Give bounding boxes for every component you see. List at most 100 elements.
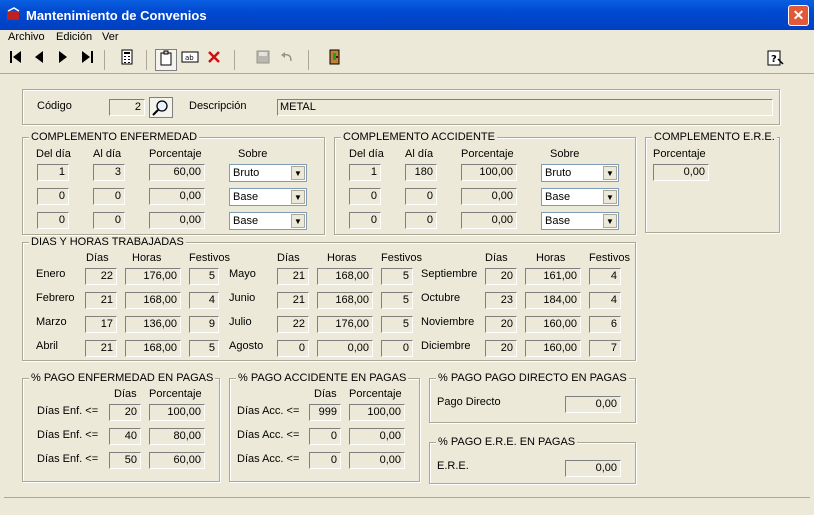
horas-field[interactable]: 136,00 [125, 316, 181, 333]
dias-field[interactable]: 22 [85, 268, 117, 285]
menu-edicion[interactable]: Edición [56, 31, 92, 43]
dias-field[interactable]: 20 [109, 404, 141, 421]
dias-field[interactable]: 50 [109, 452, 141, 469]
search-button[interactable] [149, 97, 173, 118]
dias-field[interactable]: 20 [485, 340, 517, 357]
dropdown-arrow-icon[interactable]: ▼ [291, 190, 305, 204]
porcentaje-field[interactable]: 100,00 [461, 164, 517, 181]
dias-field[interactable]: 0 [309, 452, 341, 469]
dropdown-arrow-icon[interactable]: ▼ [291, 214, 305, 228]
sobre-select[interactable]: Base ▼ [541, 188, 619, 206]
festivos-field[interactable]: 5 [381, 292, 413, 309]
dias-field[interactable]: 23 [485, 292, 517, 309]
sobre-select[interactable]: Base ▼ [229, 212, 307, 230]
dias-field[interactable]: 17 [85, 316, 117, 333]
next-record-icon[interactable] [52, 49, 74, 71]
dias-field[interactable]: 999 [309, 404, 341, 421]
dias-field[interactable]: 21 [277, 292, 309, 309]
horas-field[interactable]: 161,00 [525, 268, 581, 285]
horas-field[interactable]: 184,00 [525, 292, 581, 309]
al-dia-field[interactable]: 3 [93, 164, 125, 181]
dias-field[interactable]: 21 [277, 268, 309, 285]
dropdown-arrow-icon[interactable]: ▼ [603, 214, 617, 228]
festivos-field[interactable]: 5 [381, 268, 413, 285]
sobre-select[interactable]: Base ▼ [541, 212, 619, 230]
porcentaje-field[interactable]: 0,00 [149, 188, 205, 205]
porcentaje-field[interactable]: 60,00 [149, 164, 205, 181]
dias-field[interactable]: 21 [85, 292, 117, 309]
del-dia-field[interactable]: 0 [37, 188, 69, 205]
dias-field[interactable]: 20 [485, 268, 517, 285]
festivos-field[interactable]: 7 [589, 340, 621, 357]
horas-field[interactable]: 168,00 [125, 292, 181, 309]
dias-field[interactable]: 0 [309, 428, 341, 445]
porcentaje-field[interactable]: 0,00 [349, 452, 405, 469]
sobre-select[interactable]: Base ▼ [229, 188, 307, 206]
horas-field[interactable]: 176,00 [125, 268, 181, 285]
porcentaje-field[interactable]: 0,00 [349, 428, 405, 445]
al-dia-field[interactable]: 0 [405, 212, 437, 229]
dropdown-arrow-icon[interactable]: ▼ [291, 166, 305, 180]
porcentaje-field[interactable]: 0,00 [461, 212, 517, 229]
codigo-field[interactable]: 2 [109, 99, 145, 116]
horas-field[interactable]: 160,00 [525, 316, 581, 333]
dias-field[interactable]: 0 [277, 340, 309, 357]
edit-record-icon[interactable]: ab [179, 49, 201, 71]
del-dia-field[interactable]: 1 [349, 164, 381, 181]
dropdown-arrow-icon[interactable]: ▼ [603, 190, 617, 204]
horas-field[interactable]: 176,00 [317, 316, 373, 333]
help-icon[interactable]: ? [764, 49, 786, 71]
pago-ere-field[interactable]: 0,00 [565, 460, 621, 477]
dias-field[interactable]: 40 [109, 428, 141, 445]
new-record-icon[interactable] [155, 49, 177, 71]
prev-record-icon[interactable] [28, 49, 50, 71]
horas-field[interactable]: 168,00 [317, 292, 373, 309]
sobre-select[interactable]: Bruto ▼ [541, 164, 619, 182]
del-dia-field[interactable]: 0 [349, 188, 381, 205]
pago-directo-field[interactable]: 0,00 [565, 396, 621, 413]
undo-icon[interactable] [276, 49, 298, 71]
festivos-field[interactable]: 5 [189, 340, 219, 357]
dropdown-arrow-icon[interactable]: ▼ [603, 166, 617, 180]
close-button[interactable]: ✕ [788, 5, 809, 26]
del-dia-field[interactable]: 0 [349, 212, 381, 229]
menu-archivo[interactable]: Archivo [8, 31, 45, 43]
horas-field[interactable]: 168,00 [317, 268, 373, 285]
delete-icon[interactable] [203, 49, 225, 71]
last-record-icon[interactable] [76, 49, 98, 71]
descripcion-field[interactable]: METAL [277, 99, 773, 116]
festivos-field[interactable]: 4 [189, 292, 219, 309]
dias-field[interactable]: 21 [85, 340, 117, 357]
del-dia-field[interactable]: 1 [37, 164, 69, 181]
menu-ver[interactable]: Ver [102, 31, 119, 43]
al-dia-field[interactable]: 180 [405, 164, 437, 181]
festivos-field[interactable]: 5 [189, 268, 219, 285]
festivos-field[interactable]: 9 [189, 316, 219, 333]
horas-field[interactable]: 160,00 [525, 340, 581, 357]
save-icon[interactable] [252, 49, 274, 71]
festivos-field[interactable]: 4 [589, 268, 621, 285]
dias-field[interactable]: 22 [277, 316, 309, 333]
calculator-icon[interactable] [116, 49, 138, 71]
porcentaje-field[interactable]: 100,00 [149, 404, 205, 421]
ere-porcentaje-field[interactable]: 0,00 [653, 164, 709, 181]
horas-field[interactable]: 0,00 [317, 340, 373, 357]
al-dia-field[interactable]: 0 [405, 188, 437, 205]
festivos-field[interactable]: 0 [381, 340, 413, 357]
porcentaje-field[interactable]: 0,00 [149, 212, 205, 229]
horas-field[interactable]: 168,00 [125, 340, 181, 357]
porcentaje-field[interactable]: 100,00 [349, 404, 405, 421]
al-dia-field[interactable]: 0 [93, 212, 125, 229]
first-record-icon[interactable] [5, 49, 27, 71]
al-dia-field[interactable]: 0 [93, 188, 125, 205]
festivos-field[interactable]: 5 [381, 316, 413, 333]
festivos-field[interactable]: 6 [589, 316, 621, 333]
porcentaje-field[interactable]: 60,00 [149, 452, 205, 469]
exit-door-icon[interactable] [324, 49, 346, 71]
porcentaje-field[interactable]: 0,00 [461, 188, 517, 205]
dias-field[interactable]: 20 [485, 316, 517, 333]
porcentaje-field[interactable]: 80,00 [149, 428, 205, 445]
del-dia-field[interactable]: 0 [37, 212, 69, 229]
sobre-select[interactable]: Bruto ▼ [229, 164, 307, 182]
festivos-field[interactable]: 4 [589, 292, 621, 309]
